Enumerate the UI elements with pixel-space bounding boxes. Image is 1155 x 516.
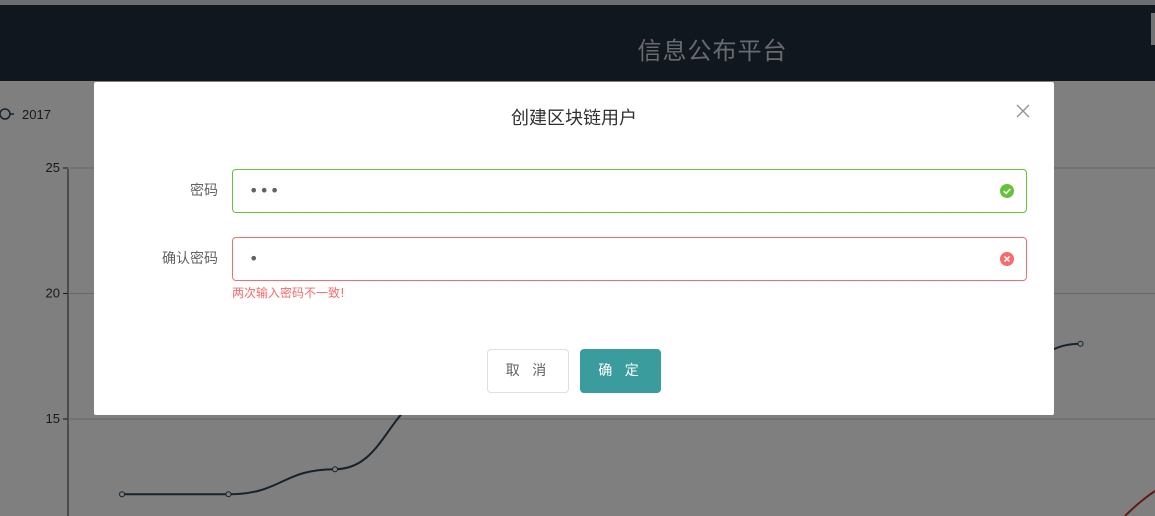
confirm-password-input[interactable]: • (232, 237, 1027, 281)
password-input[interactable]: ••• (232, 169, 1027, 213)
create-user-dialog: 创建区块链用户 密码 ••• 确认密码 • 两次输入密码不一致! 取 消 确 定 (94, 82, 1054, 415)
error-message: 两次输入密码不一致! (232, 286, 345, 300)
close-icon[interactable] (1016, 104, 1030, 118)
dialog-title: 创建区块链用户 (511, 108, 637, 129)
password-label: 密码 (190, 183, 218, 199)
confirm-password-value: • (249, 249, 260, 268)
cancel-button[interactable]: 取 消 (487, 349, 569, 393)
error-circle-icon (1000, 252, 1014, 266)
confirm-button[interactable]: 确 定 (580, 349, 661, 393)
confirm-password-label: 确认密码 (162, 251, 218, 267)
password-value: ••• (249, 181, 281, 200)
check-circle-icon (1000, 184, 1014, 198)
